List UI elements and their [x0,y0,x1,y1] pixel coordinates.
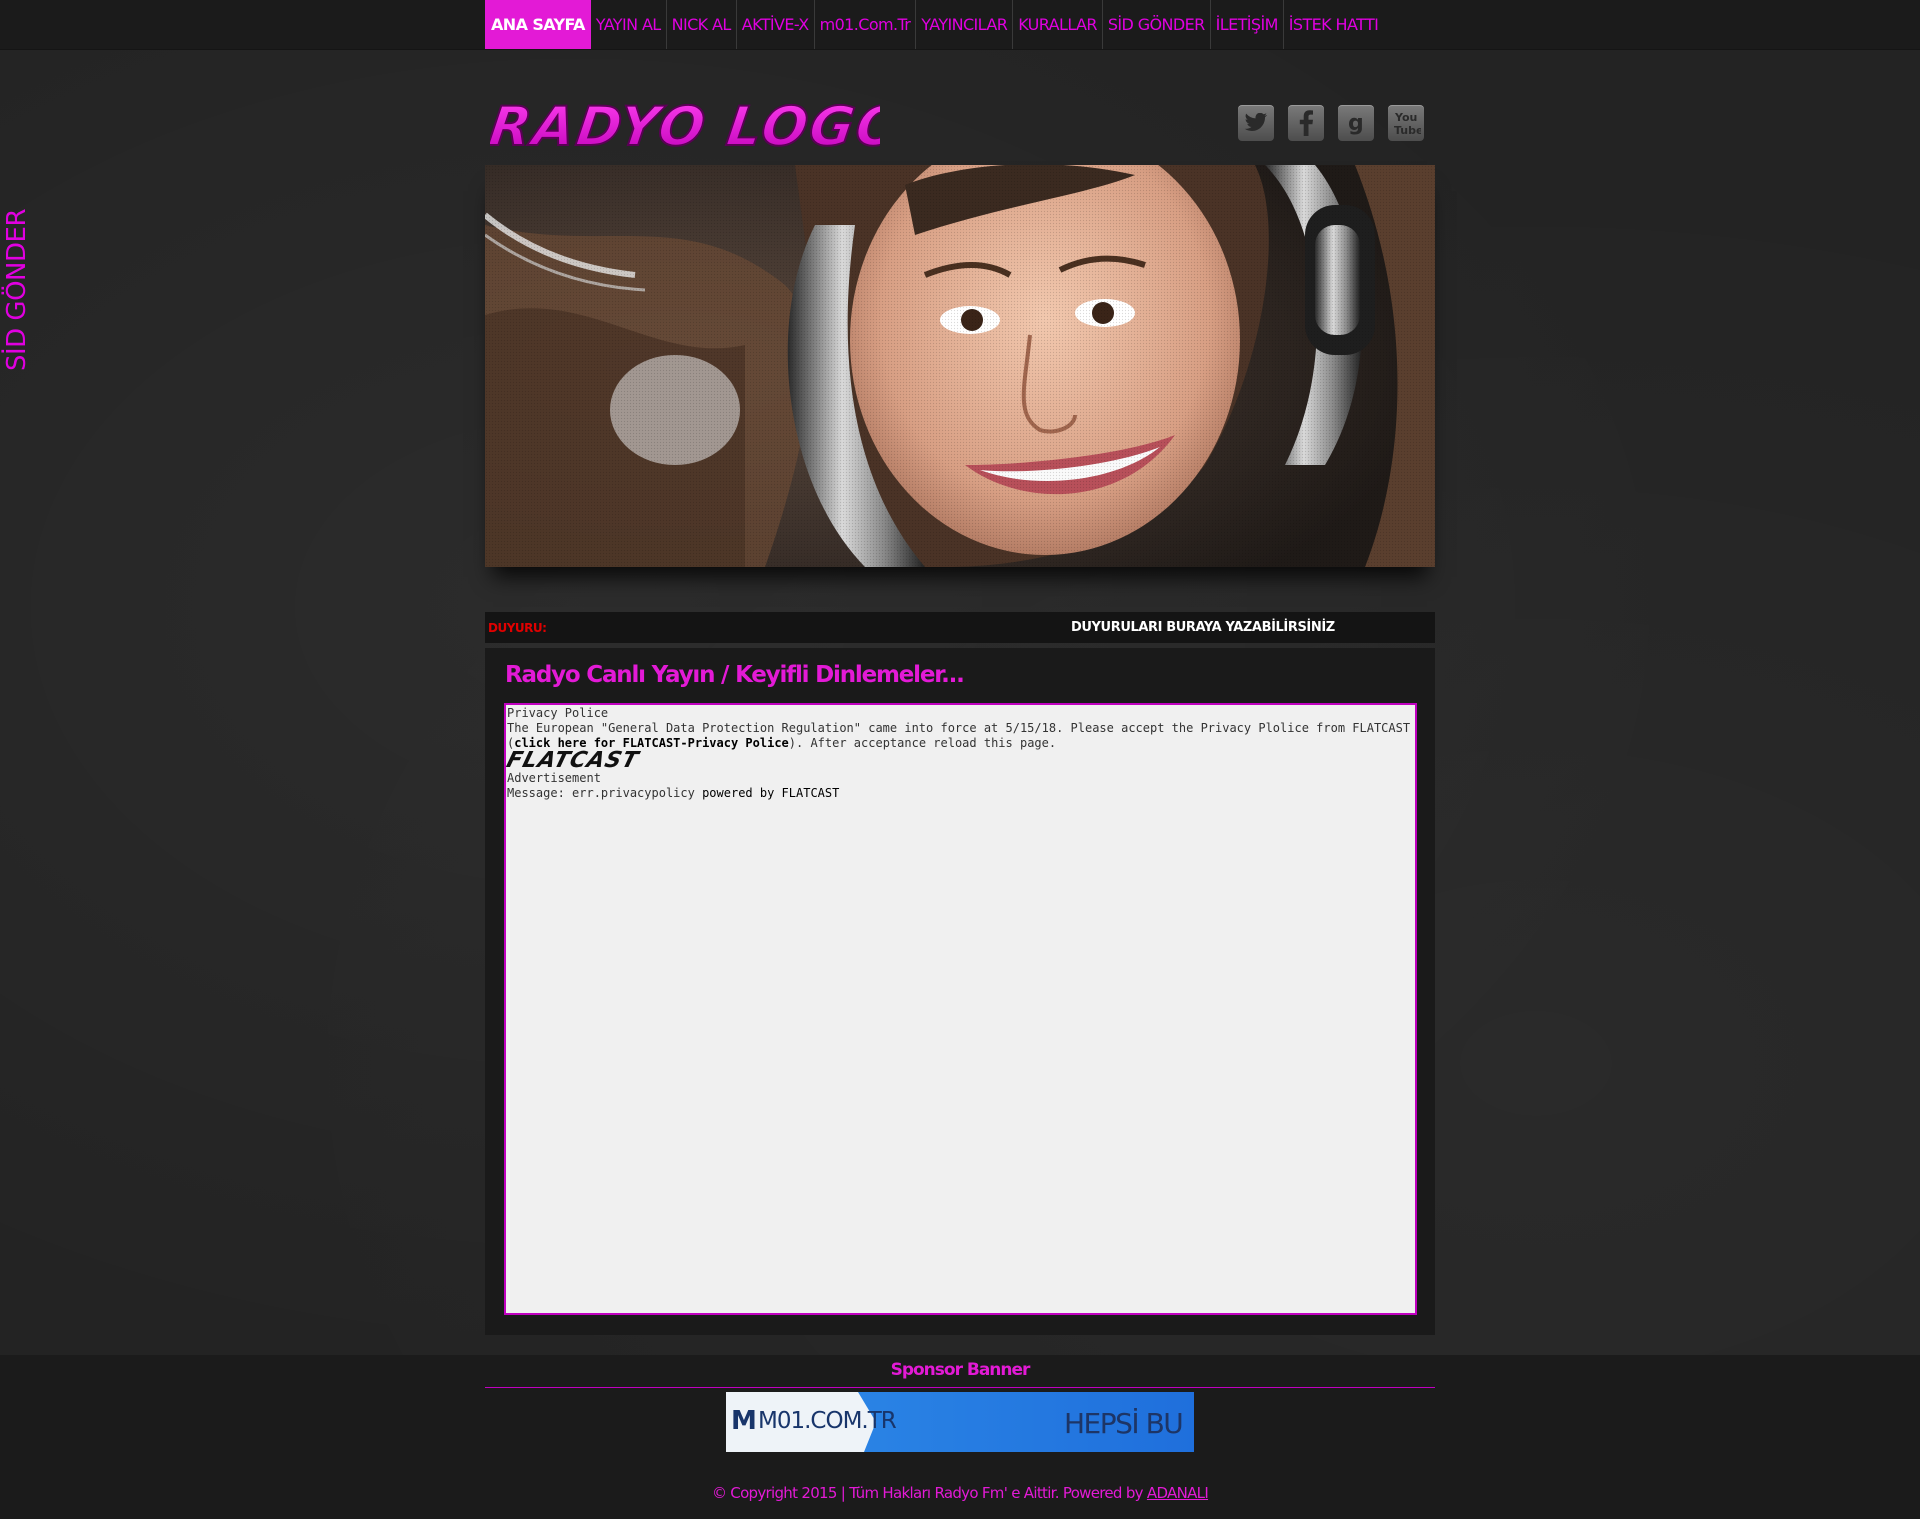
nav-item-aktive-x[interactable]: AKTİVE-X [737,0,815,49]
privacy-notice: The European "General Data Protection Re… [507,721,1415,751]
banner-brand-text: M01.COM.TR [758,1408,897,1434]
flatcast-logo-text: FLATCAST [503,748,642,773]
svg-text:g: g [1348,111,1364,136]
main-content: Radyo Canlı Yayın / Keyifli Dinlemeler..… [485,648,1435,1335]
side-sid-gonder-tab[interactable]: SİD GÖNDER [0,208,34,372]
radio-player-frame[interactable]: Privacy Police The European "General Dat… [504,703,1417,1315]
top-nav-bar: ANA SAYFA YAYIN AL NICK AL AKTİVE-X m01.… [0,0,1920,50]
privacy-notice-tail: ). After acceptance reload this page. [788,736,1057,750]
banner-tagline: HEPSİ BU [1064,1407,1184,1440]
flatcast-logo[interactable]: FLATCAST [503,748,1415,773]
site-logo[interactable]: RADYO LOGO [484,94,909,159]
svg-text:Tube: Tube [1394,124,1421,137]
nav-item-yayin-al[interactable]: YAYIN AL [591,0,667,49]
side-tab-label: SİD GÖNDER [2,208,33,372]
player-message-text: Message: err.privacypolicy [507,786,703,800]
player-message: Message: err.privacypolicy powered by FL… [507,786,1415,801]
sponsor-divider [485,1387,1435,1388]
powered-by-text: powered by FLATCAST [702,786,840,800]
twitter-icon[interactable] [1238,105,1274,141]
hero-banner-image [485,165,1435,567]
logo-graphic: RADYO LOGO [484,94,909,159]
nav-item-iletisim[interactable]: İLETİŞİM [1211,0,1284,49]
footer-copyright: © Copyright 2015 | Tüm Hakları Radyo Fm'… [485,1484,1435,1502]
m01-logo-icon: M [731,1406,757,1436]
announcement-bar: DUYURU: DUYURULARI BURAYA YAZABİLİRSİNİZ [485,612,1435,643]
nav-item-yayincilar[interactable]: YAYINCILAR [916,0,1014,49]
nav-item-ana-sayfa[interactable]: ANA SAYFA [485,0,591,49]
facebook-icon[interactable] [1288,105,1324,141]
announcement-label: DUYURU: [488,620,547,635]
nav-item-sid-gonder[interactable]: SİD GÖNDER [1103,0,1211,49]
nav-item-istek-hatti[interactable]: İSTEK HATTI [1284,0,1383,49]
privacy-heading: Privacy Police [507,706,609,720]
svg-text:RADYO LOGO: RADYO LOGO [490,95,880,157]
nav-item-nick-al[interactable]: NICK AL [667,0,737,49]
social-links: g You Tube [1238,105,1424,141]
main-nav: ANA SAYFA YAYIN AL NICK AL AKTİVE-X m01.… [485,0,1383,49]
nav-item-kurallar[interactable]: KURALLAR [1013,0,1103,49]
footer-author-link[interactable]: ADANALI [1147,1484,1209,1502]
page-title: Radyo Canlı Yayın / Keyifli Dinlemeler..… [505,662,965,688]
google-icon[interactable]: g [1338,105,1374,141]
sponsor-banner[interactable]: M M01.COM.TR HEPSİ BU [726,1392,1194,1452]
youtube-icon[interactable]: You Tube [1388,105,1424,141]
nav-item-m01[interactable]: m01.Com.Tr [815,0,917,49]
announcement-text: DUYURULARI BURAYA YAZABİLİRSİNİZ [1071,620,1335,635]
footer-text: © Copyright 2015 | Tüm Hakları Radyo Fm'… [711,1484,1147,1502]
advertisement-label: Advertisement [507,771,601,785]
svg-text:You: You [1394,111,1417,124]
sponsor-title: Sponsor Banner [890,1360,1031,1380]
